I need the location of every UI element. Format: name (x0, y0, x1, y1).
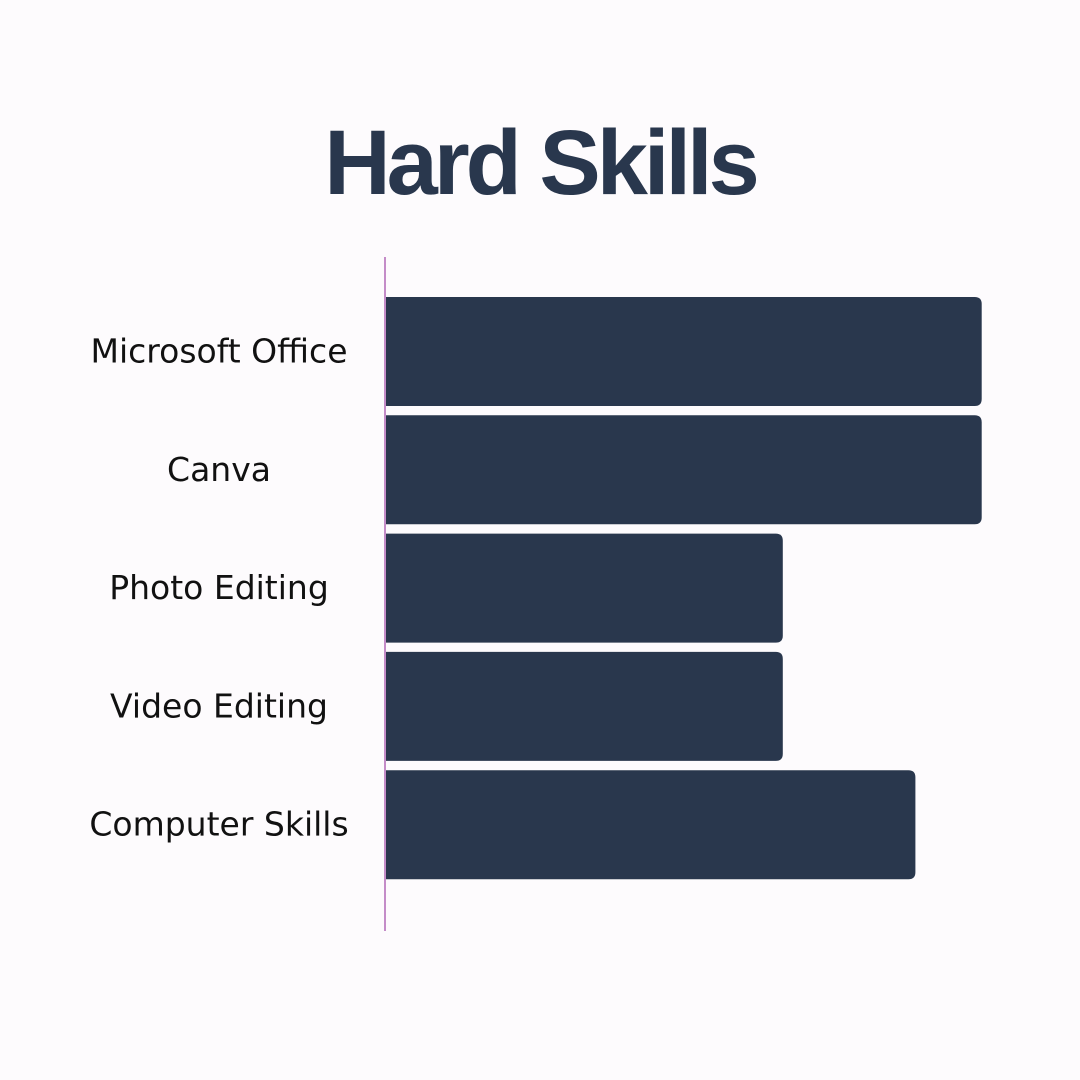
hard-skills-bar-chart: Hard Skills Microsoft Office Canva Photo E… (89, 112, 982, 931)
category-label-photo-editing: Photo Editing (109, 568, 329, 607)
category-labels: Microsoft Office Canva Photo Editing Video … (89, 332, 348, 844)
category-label-microsoft-office: Microsoft Office (91, 332, 348, 371)
bar-computer-skills (385, 770, 916, 880)
category-label-computer-skills: Computer Skills (89, 805, 348, 844)
bars-layer (385, 297, 982, 880)
bar-photo-editing (385, 533, 783, 643)
category-label-video-editing: Video Editing (110, 686, 328, 725)
bar-video-editing (385, 651, 783, 761)
bar-canva (385, 415, 982, 525)
bar-microsoft-office (385, 297, 982, 406)
chart-title: Hard Skills (324, 112, 756, 214)
chart-container: Hard Skills Microsoft Office Canva Photo E… (0, 0, 1080, 1080)
category-label-canva: Canva (167, 450, 271, 489)
